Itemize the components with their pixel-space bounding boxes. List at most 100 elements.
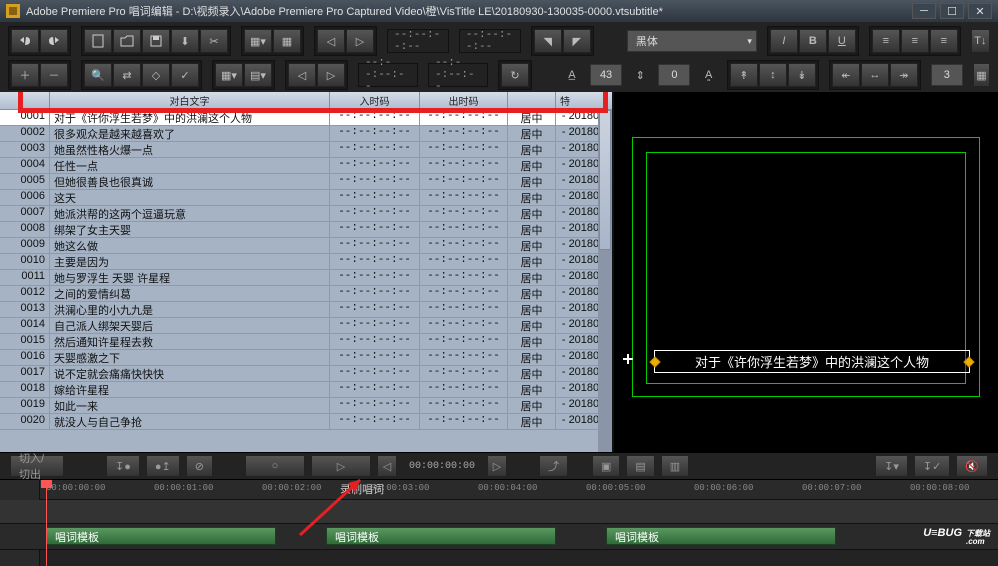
- underline-button[interactable]: U: [828, 29, 856, 53]
- find-button[interactable]: 🔍: [84, 63, 112, 87]
- loop-button[interactable]: ↻: [501, 63, 529, 87]
- table-row[interactable]: 0003她虽然性格火爆一点--:--:--:----:--:--:--居中- 2…: [0, 142, 612, 158]
- table-row[interactable]: 0016天婴感激之下--:--:--:----:--:--:--居中- 2018…: [0, 350, 612, 366]
- clip-track[interactable]: 唱词模板 唱词模板 唱词模板: [0, 524, 998, 550]
- view3-button[interactable]: ▥: [661, 455, 689, 477]
- table-row[interactable]: 0007她派洪帮的这两个逗逼玩意--:--:--:----:--:--:--居中…: [0, 206, 612, 222]
- move-up-button[interactable]: ↟: [730, 63, 758, 87]
- table-row[interactable]: 0008绑架了女主天婴--:--:--:----:--:--:--居中- 201…: [0, 222, 612, 238]
- view1-button[interactable]: ▣: [592, 455, 620, 477]
- redo-button[interactable]: [40, 29, 68, 53]
- settings-button[interactable]: ▦: [973, 63, 990, 87]
- check-button[interactable]: ✓: [171, 63, 199, 87]
- new-button[interactable]: [84, 29, 112, 53]
- out-timecode[interactable]: --:--:--:--: [459, 29, 521, 53]
- step-fwd-button[interactable]: ▷: [487, 455, 507, 477]
- bold-button[interactable]: B: [799, 29, 827, 53]
- prev-mark-button[interactable]: ◁: [317, 29, 345, 53]
- italic-button[interactable]: I: [770, 29, 798, 53]
- timeline-clip[interactable]: 唱词模板: [46, 527, 276, 545]
- minimize-button[interactable]: ─: [912, 3, 936, 19]
- table-row[interactable]: 0012之间的爱情纠葛--:--:--:----:--:--:--居中- 201…: [0, 286, 612, 302]
- undo-button[interactable]: [11, 29, 39, 53]
- center-h-button[interactable]: ↔: [861, 63, 889, 87]
- align-right-button[interactable]: ≡: [930, 29, 958, 53]
- text-direction-button[interactable]: T↓: [971, 29, 990, 53]
- set-in-button[interactable]: ↧●: [106, 455, 140, 477]
- table-row[interactable]: 0011她与罗浮生 天婴 许星程--:--:--:----:--:--:--居中…: [0, 270, 612, 286]
- mark-in-button[interactable]: ◥: [534, 29, 562, 53]
- layout1-button[interactable]: ▦▾: [215, 63, 243, 87]
- leading-icon: ⇕: [632, 63, 648, 87]
- mark-out-button[interactable]: ◤: [563, 29, 591, 53]
- mute-button[interactable]: 🔇: [956, 455, 988, 477]
- cut-button[interactable]: ✂: [200, 29, 228, 53]
- tracking-input[interactable]: [658, 64, 690, 86]
- font-family-select[interactable]: 黑体: [627, 30, 757, 52]
- save-button[interactable]: [142, 29, 170, 53]
- table-row[interactable]: 0009她这么做--:--:--:----:--:--:--居中- 20180: [0, 238, 612, 254]
- table-row[interactable]: 0005但她很善良也很真诚--:--:--:----:--:--:--居中- 2…: [0, 174, 612, 190]
- center-v-button[interactable]: ↕: [759, 63, 787, 87]
- toolbar-row-2: ＋ － 🔍 ⇄ ◇ ✓ ▦▾ ▤▾ ◁ ▷ --:--:--:-- --:--:…: [8, 60, 990, 90]
- timeline-clip[interactable]: 唱词模板: [606, 527, 836, 545]
- table-body[interactable]: 0001对于《许你浮生若梦》中的洪澜这个人物--:--:--:----:--:-…: [0, 110, 612, 440]
- table-row[interactable]: 0020就没人与自己争抢--:--:--:----:--:--:--居中- 20…: [0, 414, 612, 430]
- set-out-button[interactable]: ●↥: [146, 455, 180, 477]
- origin-crosshair: [623, 354, 633, 364]
- remove-row-button[interactable]: －: [40, 63, 68, 87]
- in-timecode[interactable]: --:--:--:--: [387, 29, 449, 53]
- extract-button[interactable]: ⤴: [539, 455, 568, 477]
- table-row[interactable]: 0001对于《许你浮生若梦》中的洪澜这个人物--:--:--:----:--:-…: [0, 110, 612, 126]
- view2-button[interactable]: ▤: [626, 455, 654, 477]
- playhead[interactable]: [46, 480, 47, 566]
- export1-button[interactable]: ↧▾: [875, 455, 908, 477]
- timeline-ruler[interactable]: 00:00:00:0000:00:01:0000:00:02:0000:00:0…: [0, 480, 998, 500]
- tag-button[interactable]: ◇: [142, 63, 170, 87]
- offset-input[interactable]: [931, 64, 963, 86]
- font-size-input[interactable]: [590, 64, 622, 86]
- move-right-button[interactable]: ↠: [890, 63, 918, 87]
- align-center-button[interactable]: ≡: [901, 29, 929, 53]
- layout2-button[interactable]: ▤▾: [244, 63, 272, 87]
- table-row[interactable]: 0019如此一来--:--:--:----:--:--:--居中- 20180: [0, 398, 612, 414]
- table-row[interactable]: 0014自己派人绑架天婴后--:--:--:----:--:--:--居中- 2…: [0, 318, 612, 334]
- open-button[interactable]: [113, 29, 141, 53]
- move-down-button[interactable]: ↡: [788, 63, 816, 87]
- vertical-scrollbar[interactable]: [598, 110, 612, 452]
- clear-button[interactable]: ▦: [273, 29, 301, 53]
- play-transport-button[interactable]: ▷: [311, 455, 371, 477]
- table-row[interactable]: 0017说不定就会痛痛快快快--:--:--:----:--:--:--居中- …: [0, 366, 612, 382]
- record-track[interactable]: 录制唱词: [0, 500, 998, 524]
- play-button[interactable]: ▷: [317, 63, 345, 87]
- table-row[interactable]: 0004任性一点--:--:--:----:--:--:--居中- 20180: [0, 158, 612, 174]
- add-row-button[interactable]: ＋: [11, 63, 39, 87]
- dur-timecode[interactable]: --:--:--:--: [358, 63, 418, 87]
- table-row[interactable]: 0002很多观众是越来越喜欢了--:--:--:----:--:--:--居中-…: [0, 126, 612, 142]
- goto-start-button[interactable]: ◁: [288, 63, 316, 87]
- record-button[interactable]: ○: [245, 455, 305, 477]
- export2-button[interactable]: ↧✓: [914, 455, 950, 477]
- timeline[interactable]: 00:00:00:0000:00:01:0000:00:02:0000:00:0…: [0, 480, 998, 566]
- close-button[interactable]: ✕: [968, 3, 992, 19]
- timeline-clip[interactable]: 唱词模板: [326, 527, 556, 545]
- clear-marks-button[interactable]: ⊘: [186, 455, 213, 477]
- move-left-button[interactable]: ↞: [832, 63, 860, 87]
- window-title: Adobe Premiere Pro 唱词编辑 - D:\视频录入\Adobe …: [26, 3, 663, 19]
- table-row[interactable]: 0015然后通知许星程去救--:--:--:----:--:--:--居中- 2…: [0, 334, 612, 350]
- apply-button[interactable]: ▦▾: [244, 29, 272, 53]
- next-mark-button[interactable]: ▷: [346, 29, 374, 53]
- maximize-button[interactable]: ☐: [940, 3, 964, 19]
- table-row[interactable]: 0010主要是因为--:--:--:----:--:--:--居中- 20180: [0, 254, 612, 270]
- table-row[interactable]: 0006这天--:--:--:----:--:--:--居中- 20180: [0, 190, 612, 206]
- align-left-button[interactable]: ≡: [872, 29, 900, 53]
- subtitle-preview-text[interactable]: 对于《许你浮生若梦》中的洪澜这个人物: [654, 350, 970, 373]
- step-back-button[interactable]: ◁: [377, 455, 397, 477]
- table-row[interactable]: 0018嫁给许星程--:--:--:----:--:--:--居中- 20180: [0, 382, 612, 398]
- replace-button[interactable]: ⇄: [113, 63, 141, 87]
- pos-timecode[interactable]: --:--:--:--: [428, 63, 488, 87]
- table-row[interactable]: 0013洪澜心里的小九九是--:--:--:----:--:--:--居中- 2…: [0, 302, 612, 318]
- transport-bar: 切入/切出 ↧● ●↥ ⊘ ○ ▷ ◁ 00:00:00:00 ▷ ⤴ ▣ ▤ …: [0, 452, 998, 480]
- mode-select[interactable]: 切入/切出: [10, 455, 64, 477]
- import-button[interactable]: ⬇: [171, 29, 199, 53]
